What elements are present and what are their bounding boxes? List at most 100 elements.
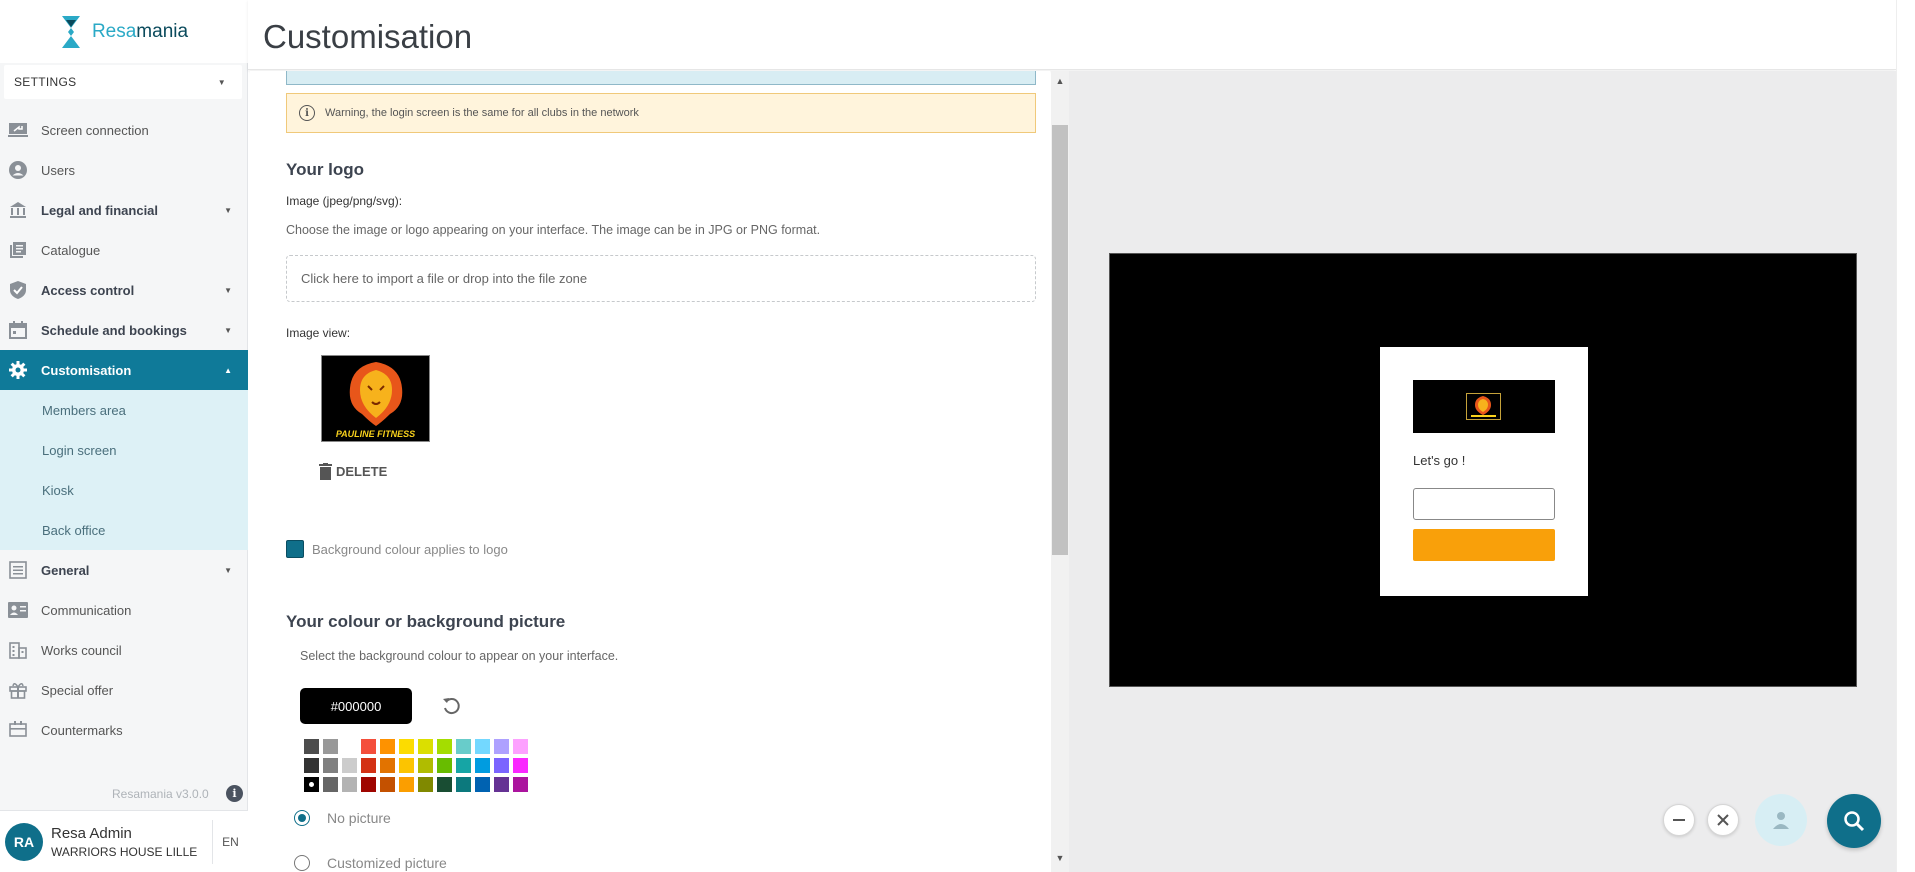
colour-swatch[interactable] [323,739,338,754]
file-dropzone[interactable]: Click here to import a file or drop into… [286,255,1036,302]
search-button[interactable] [1827,794,1881,848]
lion-logo-mini-icon [1471,396,1496,417]
sidebar-item-special-offer[interactable]: Special offer [0,670,248,710]
colour-swatch[interactable] [513,739,528,754]
colour-swatch[interactable] [456,739,471,754]
colour-swatch[interactable] [399,758,414,773]
zoom-out-button[interactable] [1663,804,1695,836]
sidebar-item-catalogue[interactable]: Catalogue [0,230,248,270]
sidebar-item-communication[interactable]: Communication [0,590,248,630]
colour-swatch[interactable] [380,758,395,773]
radio-custom-picture[interactable]: Customized picture [294,855,447,871]
preview-logo [1413,380,1555,433]
colour-swatch[interactable] [475,777,490,792]
bg-applies-checkbox[interactable] [286,540,304,558]
close-icon [1717,814,1729,826]
colour-swatch[interactable] [399,739,414,754]
colour-swatch[interactable] [399,777,414,792]
user-club: WARRIORS HOUSE LILLE [51,844,198,859]
user-preview-button[interactable] [1755,794,1807,846]
colour-picker-button[interactable]: #000000 [300,688,412,724]
scroll-down-icon[interactable]: ▼ [1055,853,1065,863]
radio-custom-picture-label: Customized picture [327,855,447,871]
chevron-down-icon: ▼ [217,77,226,87]
submenu-item-login-screen[interactable]: Login screen [0,430,248,470]
sidebar-item-label: Screen connection [41,122,149,138]
colour-swatch[interactable] [380,739,395,754]
colour-swatch[interactable] [323,777,338,792]
colour-value: #000000 [330,698,382,714]
colour-swatch[interactable] [361,739,376,754]
colour-swatch[interactable] [437,777,452,792]
colour-swatch[interactable] [437,739,452,754]
gift-icon [8,680,28,700]
colour-swatch[interactable] [304,758,319,773]
colour-swatch[interactable] [304,777,319,792]
delete-logo-button[interactable]: DELETE [319,463,387,480]
submenu-item-kiosk[interactable]: Kiosk [0,470,248,510]
user-bar: RA Resa Admin WARRIORS HOUSE LILLE EN [0,810,248,872]
colour-swatch[interactable] [418,758,433,773]
sidebar-item-label: Users [41,162,75,178]
sidebar-item-access-control[interactable]: Access control ▼ [0,270,248,310]
page-scrollbar[interactable] [1896,0,1915,872]
form-scrollbar-thumb[interactable] [1052,125,1068,555]
radio-no-picture-button[interactable] [294,810,310,826]
radio-no-picture[interactable]: No picture [294,810,391,826]
colour-swatch[interactable] [437,758,452,773]
sidebar-item-legal-financial[interactable]: Legal and financial ▼ [0,190,248,230]
info-circle-icon: i [299,105,315,121]
submenu-item-back-office[interactable]: Back office [0,510,248,550]
colour-swatch[interactable] [456,758,471,773]
sidebar-item-works-council[interactable]: Works council [0,630,248,670]
scroll-up-icon[interactable]: ▲ [1055,76,1065,86]
user-icon [1773,812,1789,829]
settings-select[interactable]: SETTINGS ▼ [4,65,242,99]
colour-swatch[interactable] [342,777,357,792]
colour-swatch[interactable] [513,777,528,792]
colour-swatch[interactable] [361,758,376,773]
colour-swatch[interactable] [494,758,509,773]
colour-swatch[interactable] [323,758,338,773]
sidebar-item-countermarks[interactable]: Countermarks [0,710,248,750]
radio-custom-picture-button[interactable] [294,855,310,871]
colour-swatch[interactable] [456,777,471,792]
colour-swatch[interactable] [361,777,376,792]
colour-swatch[interactable] [494,739,509,754]
sidebar-item-screen-connection[interactable]: Screen connection [0,110,248,150]
colour-swatch[interactable] [475,758,490,773]
avatar[interactable]: RA [5,822,43,861]
close-preview-button[interactable] [1707,804,1739,836]
sidebar-item-users[interactable]: Users [0,150,248,190]
info-icon[interactable]: i [226,785,243,802]
logo-section-title: Your logo [286,160,365,179]
colour-swatch[interactable] [418,739,433,754]
preview-login-card: Let's go ! [1380,347,1588,596]
catalogue-icon [8,240,28,260]
colour-swatch[interactable] [380,777,395,792]
bank-icon [8,200,28,220]
sidebar-item-general[interactable]: General ▼ [0,550,248,590]
colour-swatch[interactable] [418,777,433,792]
id-card-icon [8,600,28,620]
app-version: Resamania v3.0.0 [112,787,209,801]
brand-logo[interactable]: Resamania [0,0,248,63]
colour-swatch[interactable] [475,739,490,754]
submenu-item-members-area[interactable]: Members area [0,390,248,430]
chevron-down-icon: ▼ [224,205,232,215]
sidebar-item-customisation[interactable]: Customisation ▲ [0,350,248,390]
colour-swatch[interactable] [513,758,528,773]
colour-swatch[interactable] [342,739,357,754]
colour-swatch[interactable] [342,758,357,773]
colour-swatch[interactable] [494,777,509,792]
warning-text: Warning, the login screen is the same fo… [325,107,639,119]
sidebar-item-label: General [41,562,90,578]
colour-palette [304,739,528,792]
user-info[interactable]: Resa Admin WARRIORS HOUSE LILLE [51,825,212,859]
bg-applies-to-logo-row[interactable]: Background colour applies to logo [286,540,508,558]
colour-swatch[interactable] [304,739,319,754]
language-switch[interactable]: EN [212,819,248,864]
info-banner [286,71,1036,85]
sidebar-item-schedule-bookings[interactable]: Schedule and bookings ▼ [0,310,248,350]
reset-icon[interactable] [440,695,462,722]
